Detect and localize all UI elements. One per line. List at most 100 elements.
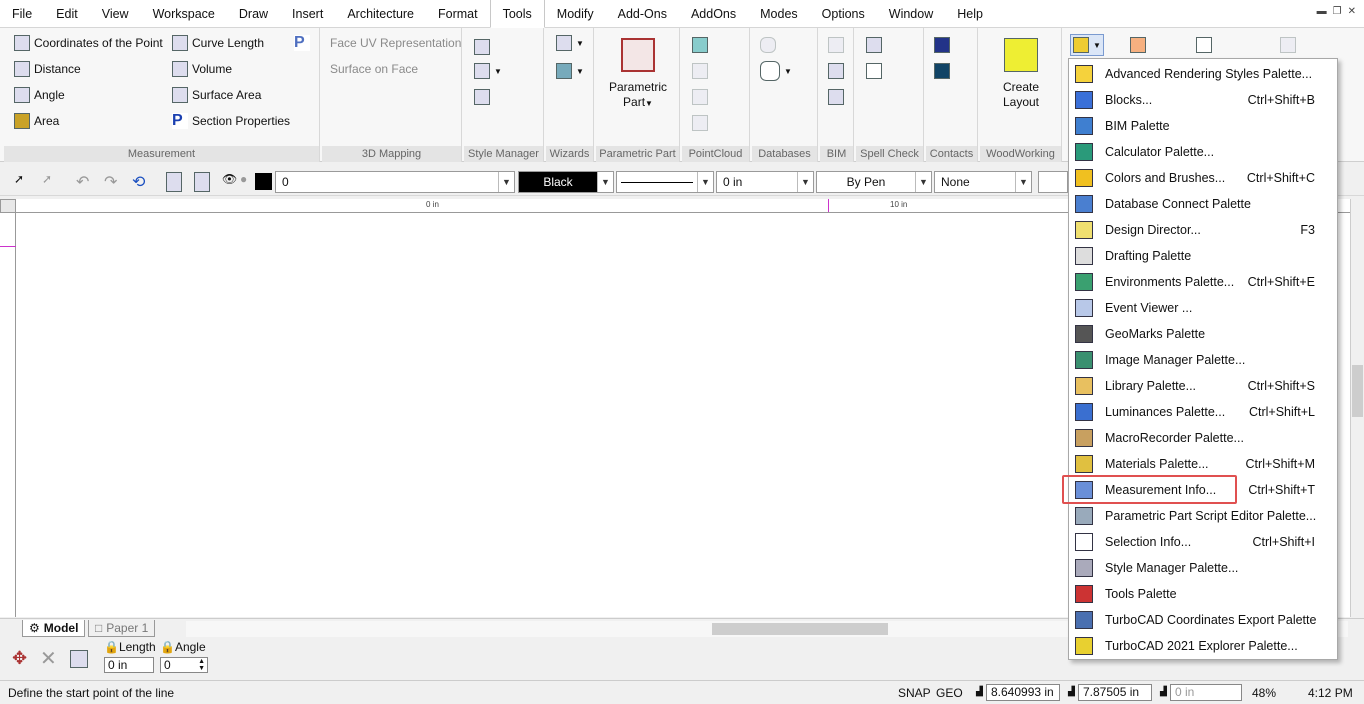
area-button[interactable]: Area [14, 110, 59, 132]
palette-item-calculator-palette[interactable]: Calculator Palette... [1069, 139, 1337, 165]
palettes-dropdown-button[interactable]: ▼ [1070, 34, 1104, 56]
style-tool-2-button[interactable]: ▼ [474, 60, 502, 82]
palette-item-event-viewer[interactable]: Event Viewer ... [1069, 295, 1337, 321]
database-button[interactable]: ▼ [760, 60, 792, 82]
redo-icon[interactable]: ↷ [104, 172, 117, 192]
menu-insert[interactable]: Insert [280, 0, 335, 28]
menu-edit[interactable]: Edit [44, 0, 90, 28]
select-arrow-icon[interactable]: ➚ [14, 172, 24, 192]
menu-file[interactable]: File [0, 0, 44, 28]
face-uv-button[interactable]: Face UV Representation [330, 32, 461, 54]
surface-area-button[interactable]: Surface Area [172, 84, 261, 106]
palette-item-turbocad-2021-explorer-palette[interactable]: TurboCAD 2021 Explorer Palette... [1069, 633, 1337, 659]
palette-item-turbocad-coordinates-export-palette[interactable]: TurboCAD Coordinates Export Palette [1069, 607, 1337, 633]
select-edit-icon[interactable]: ➚ [42, 172, 52, 192]
geo-toggle[interactable]: GEO [936, 686, 963, 700]
palette-item-design-director[interactable]: Design Director... F3 [1069, 217, 1337, 243]
menu-modes[interactable]: Modes [748, 0, 810, 28]
palette-item-selection-info[interactable]: Selection Info... Ctrl+Shift+I [1069, 529, 1337, 555]
chevron-down-icon[interactable]: ▼ [597, 172, 613, 192]
pen-combo[interactable]: By Pen ▼ [816, 171, 932, 193]
vertical-scroll-thumb[interactable] [1352, 365, 1363, 417]
palette-item-parametric-part-script-editor-palette[interactable]: Parametric Part Script Editor Palette... [1069, 503, 1337, 529]
color-combo[interactable]: Black ▼ [518, 171, 614, 193]
ruler-corner[interactable] [0, 199, 16, 213]
angle-field[interactable]: 0 ▲ ▼ [160, 657, 208, 673]
palette-item-colors-and-brushes[interactable]: Colors and Brushes... Ctrl+Shift+C [1069, 165, 1337, 191]
wizard-wand-button[interactable]: ▼ [556, 32, 584, 54]
coordinates-button[interactable]: Coordinates of the Point [14, 32, 163, 54]
palette-item-bim-palette[interactable]: BIM Palette [1069, 113, 1337, 139]
palette-item-image-manager-palette[interactable]: Image Manager Palette... [1069, 347, 1337, 373]
color-swatch[interactable] [255, 173, 272, 190]
lock-icon[interactable]: ● [240, 172, 247, 192]
layer-combo[interactable]: 0 ▼ [275, 171, 515, 193]
tab-paper-1[interactable]: □ Paper 1 [88, 620, 156, 637]
fill-combo[interactable]: None ▼ [934, 171, 1032, 193]
spellcheck-2-button[interactable] [866, 60, 882, 82]
menu-add-ons[interactable]: Add-Ons [606, 0, 679, 28]
menu-tools[interactable]: Tools [489, 0, 545, 28]
y-coordinate-field[interactable]: 7.87505 in [1078, 684, 1152, 701]
menu-options[interactable]: Options [810, 0, 877, 28]
palette-item-library-palette[interactable]: Library Palette... Ctrl+Shift+S [1069, 373, 1337, 399]
menu-window[interactable]: Window [877, 0, 945, 28]
spellcheck-1-button[interactable] [866, 34, 882, 56]
menu-workspace[interactable]: Workspace [141, 0, 227, 28]
snap-toggle[interactable]: SNAP [898, 686, 931, 700]
palette-item-materials-palette[interactable]: Materials Palette... Ctrl+Shift+M [1069, 451, 1337, 477]
z-coordinate-field[interactable]: 0 in [1170, 684, 1242, 701]
lock-icon[interactable]: 🔒 [104, 640, 119, 654]
line-tool-icon[interactable]: ✥ [12, 648, 27, 669]
tab-model[interactable]: ⚙ Model [22, 620, 86, 637]
parametric-part-button[interactable]: Parametric Part▼ [602, 38, 674, 111]
menu-format[interactable]: Format [426, 0, 490, 28]
extra-combo[interactable] [1038, 171, 1068, 193]
database-faded-button[interactable] [760, 34, 776, 56]
undo-icon[interactable]: ↶ [76, 172, 89, 192]
wizard-image-button[interactable]: ▼ [556, 60, 584, 82]
close-icon[interactable]: ✕ [1348, 6, 1356, 17]
palette-item-macrorecorder-palette[interactable]: MacroRecorder Palette... [1069, 425, 1337, 451]
x-coordinate-field[interactable]: 8.640993 in [986, 684, 1060, 701]
table-icon[interactable] [166, 172, 182, 192]
pointcloud-2-button[interactable] [692, 60, 708, 82]
distance-button[interactable]: Distance [14, 58, 81, 80]
style-tool-1-button[interactable] [474, 36, 490, 58]
palette-item-drafting-palette[interactable]: Drafting Palette [1069, 243, 1337, 269]
palette-tool-3-button[interactable] [1196, 34, 1212, 56]
pointcloud-1-button[interactable] [692, 34, 708, 56]
bim-3-button[interactable] [828, 86, 844, 108]
palette-tool-2-button[interactable] [1130, 34, 1146, 56]
length-field[interactable]: 0 in [104, 657, 154, 673]
lock-icon[interactable]: 🔒 [160, 640, 175, 654]
properties-icon[interactable] [70, 650, 88, 668]
chevron-down-icon[interactable]: ▼ [697, 172, 713, 192]
create-layout-button[interactable]: Create Layout [986, 38, 1056, 110]
angle-button[interactable]: Angle [14, 84, 65, 106]
cancel-icon[interactable]: ✕ [40, 646, 57, 671]
section-properties-button[interactable]: P Section Properties [172, 110, 290, 132]
palette-item-blocks[interactable]: Blocks... Ctrl+Shift+B [1069, 87, 1337, 113]
palette-item-style-manager-palette[interactable]: Style Manager Palette... [1069, 555, 1337, 581]
pointcloud-4-button[interactable] [692, 112, 708, 134]
chevron-down-icon[interactable]: ▼ [1015, 172, 1031, 192]
palette-tool-4-button[interactable] [1280, 34, 1296, 56]
restore-icon[interactable]: ❐ [1333, 6, 1342, 17]
chevron-down-icon[interactable]: ▼ [797, 172, 813, 192]
palette-item-tools-palette[interactable]: Tools Palette [1069, 581, 1337, 607]
menu-addons[interactable]: AddOns [679, 0, 748, 28]
palette-item-environments-palette[interactable]: Environments Palette... Ctrl+Shift+E [1069, 269, 1337, 295]
palette-item-database-connect-palette[interactable]: Database Connect Palette [1069, 191, 1337, 217]
spin-arrows-icon[interactable]: ▲ ▼ [198, 658, 205, 672]
bim-1-button[interactable] [828, 34, 844, 56]
surface-on-face-button[interactable]: Surface on Face [330, 58, 418, 80]
palette-item-luminances-palette[interactable]: Luminances Palette... Ctrl+Shift+L [1069, 399, 1337, 425]
bim-2-button[interactable] [828, 60, 844, 82]
pointcloud-3-button[interactable] [692, 86, 708, 108]
menu-draw[interactable]: Draw [227, 0, 280, 28]
chevron-down-icon[interactable]: ▼ [498, 172, 514, 192]
menu-architecture[interactable]: Architecture [335, 0, 426, 28]
horizontal-scroll-thumb[interactable] [712, 623, 888, 635]
palette-item-geomarks-palette[interactable]: GeoMarks Palette [1069, 321, 1337, 347]
